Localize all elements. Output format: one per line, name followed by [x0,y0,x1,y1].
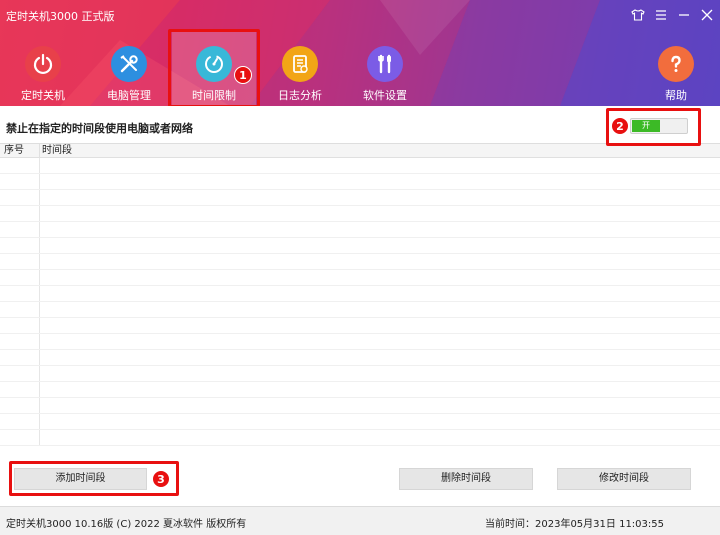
app-header: 定时关机3000 正式版 定时关机 电脑管理 时间限制 日志分析 软件设置 帮助 [0,0,720,106]
table-row[interactable] [0,286,720,302]
table-row[interactable] [0,334,720,350]
table-cell-index [0,206,40,221]
table-row[interactable] [0,318,720,334]
table-row[interactable] [0,206,720,222]
settings-tools-icon [367,46,403,82]
nav-help[interactable]: 帮助 [634,30,718,106]
close-icon[interactable] [700,8,714,22]
nav-shutdown[interactable]: 定时关机 [1,30,85,106]
time-period-table: 序号 时间段 [0,143,720,453]
minimize-icon[interactable] [677,8,691,22]
table-cell-index [0,382,40,397]
table-cell-index [0,302,40,317]
window-title: 定时关机3000 正式版 [6,10,115,23]
main-panel: 禁止在指定的时间段使用电脑或者网络 开 序号 时间段 添加时间段 删除时间段 修… [0,106,720,506]
window-controls [631,8,714,22]
table-row[interactable] [0,174,720,190]
table-cell-index [0,190,40,205]
table-cell-index [0,334,40,349]
nav-label: 电脑管理 [107,89,151,102]
nav-pc-management[interactable]: 电脑管理 [87,30,171,106]
nav-software-settings[interactable]: 软件设置 [343,30,427,106]
table-cell-index [0,318,40,333]
skin-shirt-icon[interactable] [631,8,645,22]
annotation-badge-3: 3 [152,470,170,488]
table-row[interactable] [0,222,720,238]
table-cell-index [0,414,40,429]
table-row[interactable] [0,414,720,430]
copyright-text: 定时关机3000 10.16版 (C) 2022 夏冰软件 版权所有 [6,519,247,530]
nav-label: 帮助 [665,89,687,102]
column-header-index: 序号 [0,144,40,157]
table-row[interactable] [0,398,720,414]
rule-title: 禁止在指定的时间段使用电脑或者网络 [6,122,193,135]
menu-icon[interactable] [654,8,668,22]
nav-label: 日志分析 [278,89,322,102]
nav-label: 软件设置 [363,89,407,102]
table-cell-index [0,366,40,381]
table-cell-index [0,158,40,173]
table-cell-index [0,254,40,269]
delete-period-button[interactable]: 删除时间段 [399,468,533,490]
power-icon [25,46,61,82]
table-cell-index [0,350,40,365]
table-row[interactable] [0,190,720,206]
modify-period-button[interactable]: 修改时间段 [557,468,691,490]
table-cell-index [0,270,40,285]
status-bar: 定时关机3000 10.16版 (C) 2022 夏冰软件 版权所有 当前时间：… [0,506,720,535]
table-row[interactable] [0,350,720,366]
table-row[interactable] [0,430,720,446]
table-cell-index [0,222,40,237]
tools-icon [111,46,147,82]
log-document-icon [282,46,318,82]
table-body[interactable] [0,158,720,446]
annotation-badge-1: 1 [234,66,252,84]
table-row[interactable] [0,270,720,286]
table-row[interactable] [0,158,720,174]
nav-label: 定时关机 [21,89,65,102]
nav-log-analysis[interactable]: 日志分析 [258,30,342,106]
table-row[interactable] [0,238,720,254]
table-cell-index [0,174,40,189]
table-cell-index [0,398,40,413]
table-cell-index [0,430,40,445]
table-row[interactable] [0,302,720,318]
current-time-text: 当前时间：2023年05月31日 11:03:55 [485,519,664,530]
table-row[interactable] [0,254,720,270]
table-row[interactable] [0,382,720,398]
table-header: 序号 时间段 [0,144,720,158]
table-cell-index [0,238,40,253]
annotation-badge-2: 2 [611,117,629,135]
help-icon [658,46,694,82]
table-row[interactable] [0,366,720,382]
table-cell-index [0,286,40,301]
